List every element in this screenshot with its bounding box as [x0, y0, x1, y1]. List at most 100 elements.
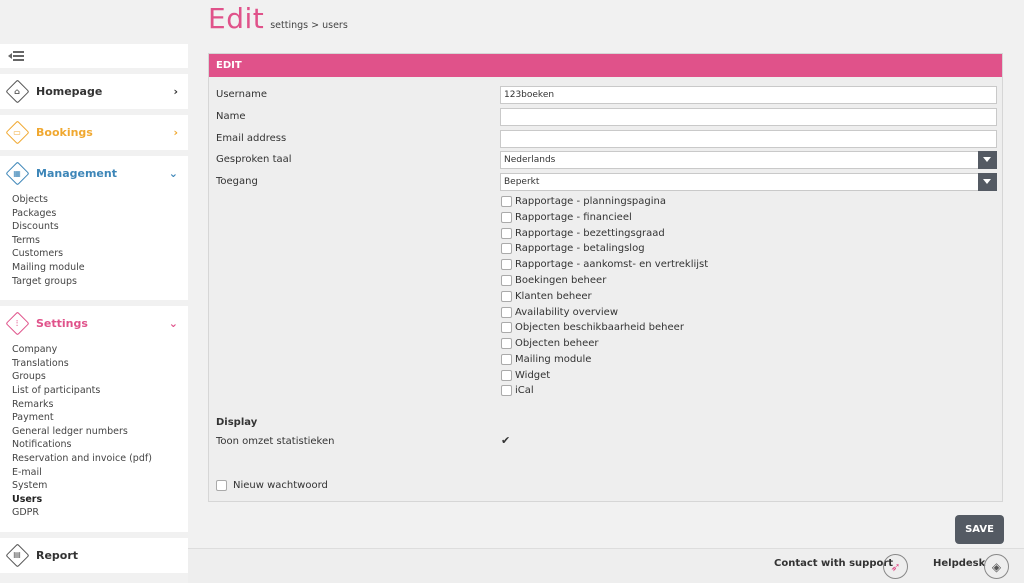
checkbox[interactable]: [501, 196, 512, 207]
display-heading: Display: [216, 417, 258, 428]
sidebar-subitem-payment[interactable]: Payment: [12, 411, 188, 425]
permission-checkbox[interactable]: Rapportage - financieel: [501, 212, 632, 223]
save-button[interactable]: SAVE: [955, 515, 1004, 544]
sidebar-subitem-email[interactable]: E-mail: [12, 466, 188, 480]
sidebar-subitem-customers[interactable]: Customers: [12, 247, 188, 261]
permission-checkbox[interactable]: Objecten beschikbaarheid beheer: [501, 322, 684, 333]
permission-label: Widget: [515, 370, 551, 381]
checkbox[interactable]: [501, 212, 512, 223]
permission-checkbox[interactable]: Objecten beheer: [501, 338, 599, 349]
lifebuoy-icon[interactable]: ◈: [984, 554, 1009, 579]
sidebar-item-bookings[interactable]: ▭ Bookings ›: [0, 115, 188, 150]
sidebar-subitem-packages[interactable]: Packages: [12, 207, 188, 221]
access-select[interactable]: Beperkt: [500, 173, 997, 191]
access-label: Toegang: [216, 176, 258, 187]
permission-label: Boekingen beheer: [515, 275, 607, 286]
sidebar-subitem-terms[interactable]: Terms: [12, 234, 188, 248]
permission-label: Klanten beheer: [515, 291, 592, 302]
chart-icon: ▤: [6, 544, 28, 566]
permission-label: Rapportage - betalingslog: [515, 243, 645, 254]
permission-label: Rapportage - planningspagina: [515, 196, 666, 207]
management-submenu: Objects Packages Discounts Terms Custome…: [0, 191, 188, 300]
permission-checkbox[interactable]: Availability overview: [501, 307, 618, 318]
paper-plane-icon[interactable]: ➶: [883, 554, 908, 579]
dropdown-arrow-icon[interactable]: [978, 173, 997, 191]
sidebar-subitem-company[interactable]: Company: [12, 343, 188, 357]
sidebar-subitem-mailing-module[interactable]: Mailing module: [12, 261, 188, 275]
sidebar-subitem-users[interactable]: Users: [12, 493, 188, 507]
sidebar-subitem-translations[interactable]: Translations: [12, 357, 188, 371]
permission-checkbox[interactable]: Rapportage - bezettingsgraad: [501, 228, 665, 239]
sidebar-subitem-participants[interactable]: List of participants: [12, 384, 188, 398]
permission-checkbox[interactable]: Rapportage - planningspagina: [501, 196, 666, 207]
sidebar-toggle-button[interactable]: [0, 44, 188, 68]
chevron-right-icon: ›: [173, 85, 178, 98]
sidebar-subitem-objects[interactable]: Objects: [12, 193, 188, 207]
username-label: Username: [216, 89, 267, 100]
checkbox[interactable]: [501, 243, 512, 254]
sidebar-item-label: Homepage: [36, 85, 103, 98]
home-icon: ⌂: [6, 81, 28, 103]
permission-label: Objecten beschikbaarheid beheer: [515, 322, 684, 333]
sidebar-item-label: Report: [36, 548, 79, 562]
sidebar-subitem-gdpr[interactable]: GDPR: [12, 506, 188, 520]
checkbox[interactable]: [501, 338, 512, 349]
sliders-icon: ⫶: [6, 313, 28, 335]
grid-icon: ▦: [6, 163, 28, 185]
menu-collapse-icon: [8, 51, 24, 61]
sidebar-subitem-target-groups[interactable]: Target groups: [12, 275, 188, 289]
helpdesk-link[interactable]: Helpdesk: [933, 558, 985, 569]
username-field[interactable]: 123boeken: [500, 86, 997, 104]
edit-panel: EDIT Username 123boeken Name Email addre…: [208, 53, 1003, 502]
permission-label: Rapportage - aankomst- en vertreklijst: [515, 259, 709, 270]
email-label: Email address: [216, 133, 287, 144]
access-select-value: Beperkt: [504, 177, 540, 187]
checkbox[interactable]: [501, 307, 512, 318]
checkbox[interactable]: [501, 354, 512, 365]
permission-checkbox[interactable]: Widget: [501, 370, 550, 381]
sidebar-item-homepage[interactable]: ⌂ Homepage ›: [0, 74, 188, 109]
checkbox[interactable]: [501, 385, 512, 396]
checkbox[interactable]: [501, 228, 512, 239]
permission-checkbox[interactable]: Boekingen beheer: [501, 275, 606, 286]
language-select-value: Nederlands: [504, 155, 556, 165]
permission-checkbox[interactable]: Mailing module: [501, 354, 591, 365]
checkbox[interactable]: [501, 291, 512, 302]
language-select[interactable]: Nederlands: [500, 151, 997, 169]
settings-submenu: Company Translations Groups List of part…: [0, 341, 188, 532]
sidebar-item-settings[interactable]: ⫶ Settings ⌄: [0, 306, 188, 341]
panel-heading: EDIT: [209, 54, 1002, 77]
checkbox[interactable]: [501, 370, 512, 381]
checkbox[interactable]: [216, 480, 227, 491]
sidebar-subitem-remarks[interactable]: Remarks: [12, 398, 188, 412]
permission-checkbox[interactable]: Rapportage - betalingslog: [501, 243, 645, 254]
permission-label: Rapportage - bezettingsgraad: [515, 228, 665, 239]
sidebar-item-management[interactable]: ▦ Management ⌄: [0, 156, 188, 191]
sidebar-item-label: Bookings: [36, 126, 93, 139]
permission-checkbox[interactable]: iCal: [501, 385, 534, 396]
checkbox[interactable]: [501, 259, 512, 270]
sidebar-subitem-ledger-numbers[interactable]: General ledger numbers: [12, 425, 188, 439]
sidebar-subitem-groups[interactable]: Groups: [12, 370, 188, 384]
dropdown-arrow-icon[interactable]: [978, 151, 997, 169]
sidebar-subitem-system[interactable]: System: [12, 479, 188, 493]
permission-label: Mailing module: [515, 354, 592, 365]
sidebar-subitem-discounts[interactable]: Discounts: [12, 220, 188, 234]
name-field[interactable]: [500, 108, 997, 126]
permission-checkbox[interactable]: Rapportage - aankomst- en vertreklijst: [501, 259, 708, 270]
permission-label: Objecten beheer: [515, 338, 599, 349]
checkmark-icon[interactable]: ✔: [501, 434, 510, 447]
contact-support-link[interactable]: Contact with support: [774, 558, 893, 569]
page-header: Edit settings > users: [208, 2, 348, 35]
new-password-checkbox[interactable]: Nieuw wachtwoord: [216, 480, 328, 491]
breadcrumb: settings > users: [270, 20, 348, 31]
checkbox[interactable]: [501, 322, 512, 333]
sidebar-subitem-notifications[interactable]: Notifications: [12, 438, 188, 452]
email-field[interactable]: [500, 130, 997, 148]
sidebar-subitem-reservation-invoice[interactable]: Reservation and invoice (pdf): [12, 452, 188, 466]
checkbox[interactable]: [501, 275, 512, 286]
permission-checkbox[interactable]: Klanten beheer: [501, 291, 592, 302]
permission-label: iCal: [515, 385, 534, 396]
sidebar-item-report[interactable]: ▤ Report: [0, 538, 188, 573]
permission-label: Availability overview: [515, 307, 619, 318]
